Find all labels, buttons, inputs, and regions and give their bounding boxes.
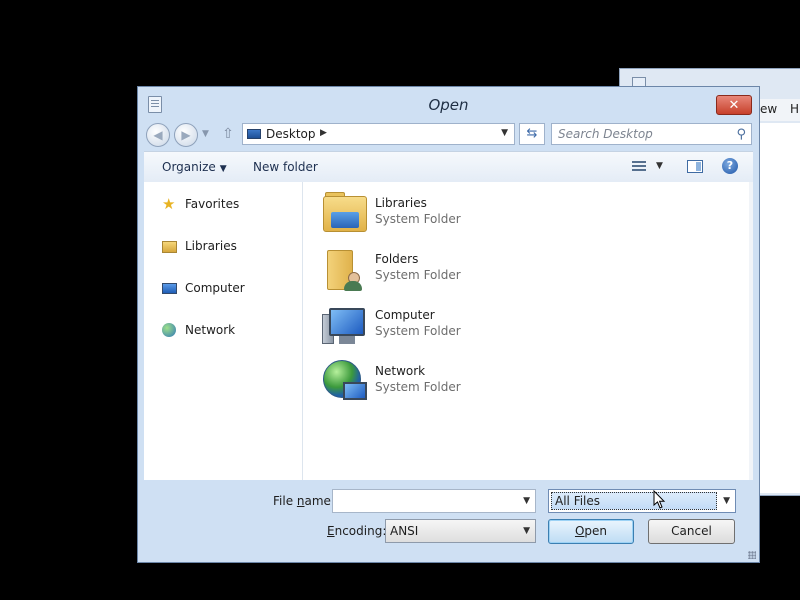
file-type-select[interactable]: All Files ▼ xyxy=(548,489,736,513)
nav-item-label: Network xyxy=(185,323,236,337)
user-folder-icon xyxy=(321,246,369,294)
nav-item-label: Libraries xyxy=(185,239,237,253)
item-name: Computer xyxy=(375,308,435,322)
file-name-combobox[interactable]: ▼ xyxy=(332,489,536,513)
computer-icon xyxy=(321,302,369,350)
open-button[interactable]: Open xyxy=(548,519,634,544)
item-name: Libraries xyxy=(375,196,427,210)
encoding-value: ANSI xyxy=(390,524,419,538)
new-folder-button[interactable]: New folder xyxy=(253,160,318,174)
file-type-selected: All Files xyxy=(551,492,717,510)
list-item-libraries[interactable]: Libraries System Folder xyxy=(321,190,621,242)
organize-button[interactable]: Organize ▼ xyxy=(162,160,227,174)
network-icon xyxy=(162,323,176,337)
list-item-folders[interactable]: Folders System Folder xyxy=(321,246,621,298)
encoding-label: Encoding: xyxy=(327,524,387,538)
background-edit-area xyxy=(760,123,800,493)
item-type: System Folder xyxy=(375,324,461,338)
nav-item-label: Favorites xyxy=(185,197,240,211)
libraries-icon xyxy=(162,241,177,253)
item-type: System Folder xyxy=(375,212,461,226)
computer-icon xyxy=(162,283,177,294)
file-list: Libraries System Folder Folders System F… xyxy=(303,182,753,480)
item-name: Folders xyxy=(375,252,419,266)
list-item-network[interactable]: Network System Folder xyxy=(321,358,621,410)
resize-grip-icon[interactable] xyxy=(748,551,756,559)
background-menu-help[interactable]: H xyxy=(790,102,799,116)
chevron-down-icon[interactable]: ▼ xyxy=(523,496,530,506)
item-name: Network xyxy=(375,364,426,378)
cancel-button[interactable]: Cancel xyxy=(648,519,735,544)
file-name-input[interactable] xyxy=(337,493,517,507)
libraries-folder-icon xyxy=(321,190,369,238)
change-view-icon[interactable] xyxy=(632,160,646,173)
file-type-value: All Files xyxy=(555,494,601,508)
network-globe-icon xyxy=(321,358,369,406)
help-icon[interactable]: ? xyxy=(722,158,738,174)
navigation-pane: ★ Favorites Libraries Computer Network xyxy=(144,182,303,480)
star-icon: ★ xyxy=(162,195,176,213)
item-type: System Folder xyxy=(375,268,461,282)
command-bar: Organize ▼ New folder ▼ ? xyxy=(144,151,753,182)
chevron-down-icon: ▼ xyxy=(219,164,227,174)
view-options-dropdown-icon[interactable]: ▼ xyxy=(656,161,663,171)
encoding-select[interactable]: ANSI ▼ xyxy=(385,519,536,543)
nav-item-label: Computer xyxy=(185,281,245,295)
preview-pane-icon[interactable] xyxy=(687,160,703,173)
organize-label: Organize xyxy=(162,160,216,174)
file-name-label: File name: xyxy=(273,494,335,508)
item-type: System Folder xyxy=(375,380,461,394)
background-menu-view[interactable]: ew xyxy=(760,102,777,116)
chevron-down-icon[interactable]: ▼ xyxy=(523,526,530,536)
scrollbar-track[interactable] xyxy=(749,182,753,480)
chevron-down-icon[interactable]: ▼ xyxy=(723,496,730,506)
list-item-computer[interactable]: Computer System Folder xyxy=(321,302,621,354)
